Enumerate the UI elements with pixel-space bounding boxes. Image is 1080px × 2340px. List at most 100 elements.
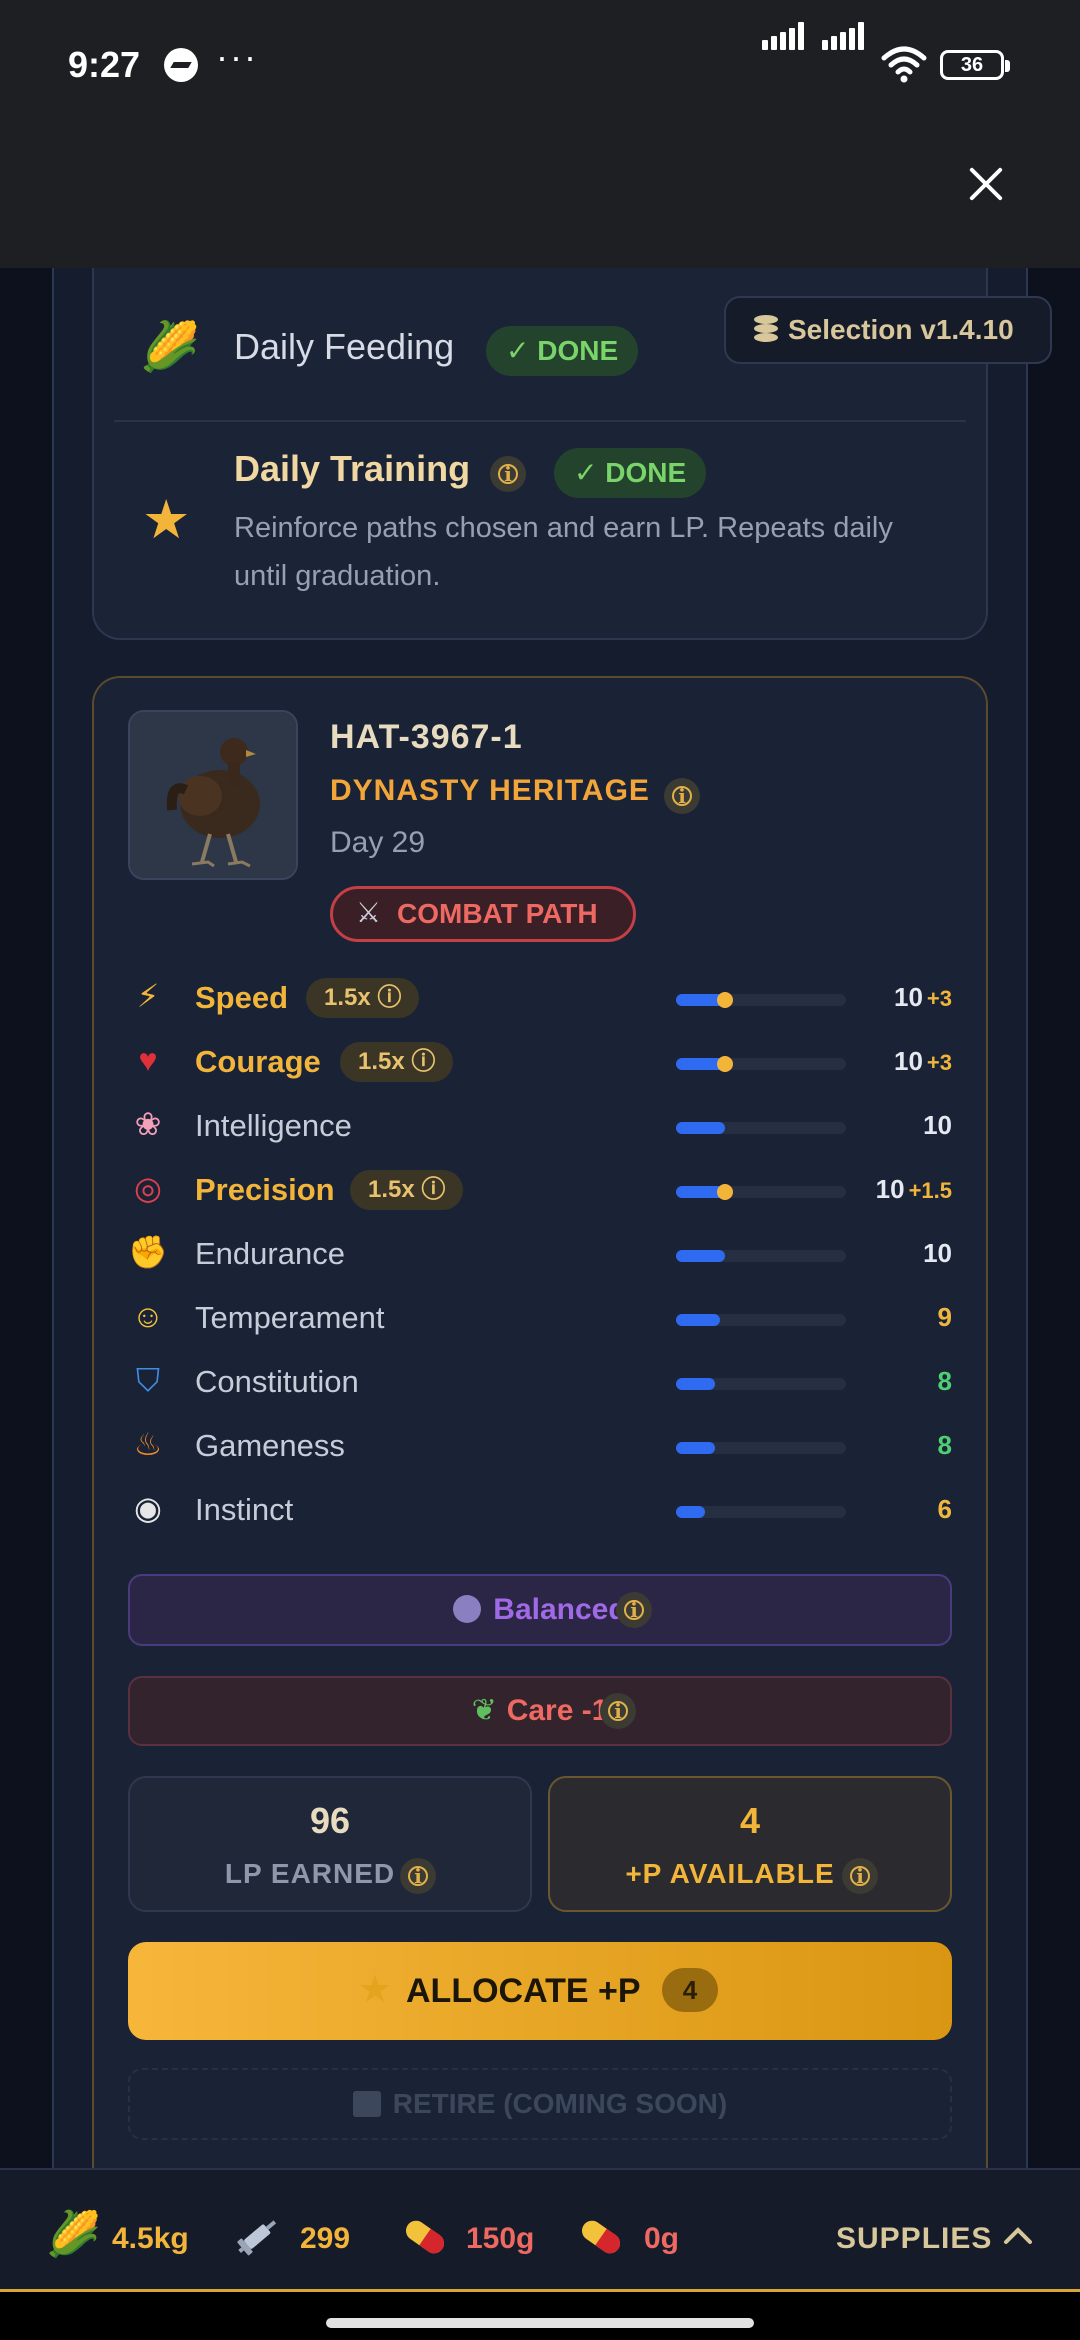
more-notifications-icon: ··· bbox=[216, 36, 258, 77]
chicken-photo bbox=[128, 710, 298, 880]
stat-bar bbox=[676, 1056, 846, 1072]
lp-info-icon[interactable] bbox=[400, 1858, 436, 1894]
care-banner[interactable]: ❦ Care -1 bbox=[128, 1676, 952, 1746]
daily-divider bbox=[114, 420, 966, 422]
stat-value: 10 bbox=[923, 1238, 952, 1269]
lp-earned-value: 96 bbox=[309, 1800, 351, 1841]
chicken-id: HAT-3967-1 bbox=[330, 718, 523, 756]
pill2-supply-value: 0g bbox=[644, 2222, 680, 2255]
stat-bar bbox=[676, 1506, 846, 1518]
target-icon: ◎ bbox=[134, 1170, 162, 1206]
stat-bonus-dot bbox=[717, 1184, 734, 1200]
shield-icon: ⛉ bbox=[135, 1362, 160, 1398]
corn-supply-icon: 🌽 bbox=[46, 2210, 101, 2259]
pill-icon-2 bbox=[581, 2220, 621, 2254]
combat-path-label: COMBAT PATH bbox=[397, 898, 598, 929]
multiplier-badge[interactable]: 1.5x ⓘ bbox=[350, 1170, 464, 1210]
multiplier-badge[interactable]: 1.5x ⓘ bbox=[340, 1042, 454, 1082]
stat-bar bbox=[676, 1442, 846, 1454]
stat-value: 10 +1.5 bbox=[876, 1174, 952, 1205]
stat-bar bbox=[676, 1378, 846, 1390]
stat-value: 6 bbox=[938, 1494, 952, 1525]
supplies-bar[interactable]: 🌽 4.5kg 299 150g 0g SUPPLIES bbox=[0, 2168, 1080, 2292]
stat-name: Speed bbox=[195, 980, 289, 1015]
seedling-icon: ❦ bbox=[471, 1694, 497, 1727]
system-nav-bar bbox=[0, 2292, 1080, 2340]
stat-base-value: 6 bbox=[937, 1494, 952, 1524]
stat-base-value: 8 bbox=[937, 1430, 952, 1460]
syringe-supply-value: 299 bbox=[300, 2222, 351, 2255]
stat-bar bbox=[676, 1250, 846, 1262]
status-bar: 9:27 ··· 36 bbox=[0, 0, 1080, 130]
heritage-label: DYNASTY HERITAGE bbox=[330, 774, 650, 807]
care-label: Care -1 bbox=[506, 1694, 609, 1727]
stat-bar-fill bbox=[676, 1122, 726, 1134]
training-done-badge: ✓ DONE bbox=[554, 448, 707, 498]
supplies-label: SUPPLIES bbox=[836, 2222, 993, 2255]
stat-base-value: 10 bbox=[923, 1238, 952, 1268]
stat-name: Temperament bbox=[195, 1300, 385, 1335]
stat-base-value: 10 bbox=[875, 1174, 905, 1204]
stat-base-value: 9 bbox=[937, 1302, 952, 1332]
side-gutter-right bbox=[1028, 268, 1080, 2168]
p-available-info-icon[interactable] bbox=[842, 1858, 878, 1894]
relieved-face-icon: ☺ bbox=[131, 1298, 165, 1334]
stat-base-value: 8 bbox=[937, 1366, 952, 1396]
multiplier-info-icon: ⓘ bbox=[370, 984, 402, 1011]
close-icon[interactable] bbox=[966, 164, 1006, 204]
stat-bar bbox=[676, 1184, 846, 1200]
retire-building-icon bbox=[352, 2091, 381, 2117]
version-label: Selection v1.4.10 bbox=[788, 314, 1014, 345]
status-time: 9:27 bbox=[68, 44, 141, 85]
multiplier-info-icon: ⓘ bbox=[414, 1176, 446, 1203]
multiplier-label: 1.5x bbox=[324, 984, 371, 1011]
corn-icon: 🌽 bbox=[140, 321, 200, 374]
pill-supply-value: 150g bbox=[466, 2222, 535, 2255]
home-handle[interactable] bbox=[326, 2318, 754, 2328]
chevron-up-icon[interactable] bbox=[1002, 2224, 1034, 2248]
training-description: Reinforce paths chosen and earn LP. Repe… bbox=[234, 512, 893, 592]
stat-base-value: 10 bbox=[893, 982, 923, 1012]
stat-bonus-dot bbox=[717, 992, 734, 1008]
heritage-info-icon[interactable] bbox=[664, 778, 700, 814]
balanced-banner[interactable]: Balanced bbox=[128, 1574, 952, 1646]
stat-name: Constitution bbox=[195, 1364, 359, 1399]
syringe-icon bbox=[237, 2220, 277, 2256]
stat-bonus-value: +3 bbox=[926, 1050, 952, 1075]
stat-name: Endurance bbox=[195, 1236, 345, 1271]
stat-base-value: 10 bbox=[893, 1046, 923, 1076]
crossed-swords-icon: ⚔ bbox=[356, 897, 382, 928]
training-info-icon[interactable] bbox=[490, 456, 526, 492]
stat-name: Gameness bbox=[195, 1428, 345, 1463]
heart-icon: ♥ bbox=[138, 1042, 158, 1078]
care-info-icon[interactable] bbox=[600, 1693, 636, 1729]
stat-bar-fill bbox=[676, 1250, 726, 1262]
stat-value: 8 bbox=[938, 1366, 952, 1397]
retire-button: RETIRE (COMING SOON) bbox=[128, 2068, 952, 2140]
allocate-count-badge: 4 bbox=[662, 1968, 718, 2012]
balanced-info-icon[interactable] bbox=[616, 1592, 652, 1628]
multiplier-badge[interactable]: 1.5x ⓘ bbox=[306, 978, 420, 1018]
corn-supply-value: 4.5kg bbox=[112, 2222, 189, 2255]
fire-icon: ♨ bbox=[133, 1426, 163, 1462]
daily-feeding-label: Daily Feeding bbox=[234, 326, 455, 367]
stat-name: Instinct bbox=[195, 1492, 294, 1527]
coins-stack-icon bbox=[754, 315, 778, 343]
allocate-button[interactable]: ★ ALLOCATE +P 4 bbox=[128, 1942, 952, 2040]
stat-bar-fill bbox=[676, 1378, 716, 1390]
lightning-icon: ⚡ bbox=[136, 978, 160, 1014]
brain-icon: ❀ bbox=[134, 1106, 162, 1142]
stat-bonus-dot bbox=[717, 1056, 734, 1072]
stat-bar bbox=[676, 992, 846, 1008]
lp-earned-label: LP EARNED bbox=[224, 1858, 396, 1889]
p-available-value: 4 bbox=[739, 1800, 761, 1841]
multiplier-label: 1.5x bbox=[368, 1176, 415, 1203]
feeding-done-badge: ✓ DONE bbox=[486, 326, 639, 376]
stat-name: Precision bbox=[195, 1172, 335, 1207]
stat-bonus-value: +1.5 bbox=[908, 1178, 952, 1203]
stat-name: Intelligence bbox=[195, 1108, 352, 1143]
battery-indicator: 36 bbox=[940, 50, 1010, 80]
allocate-star-icon: ★ bbox=[358, 1969, 393, 2011]
side-gutter-left bbox=[0, 268, 52, 2168]
lp-earned-card: 96 LP EARNED bbox=[128, 1776, 532, 1912]
